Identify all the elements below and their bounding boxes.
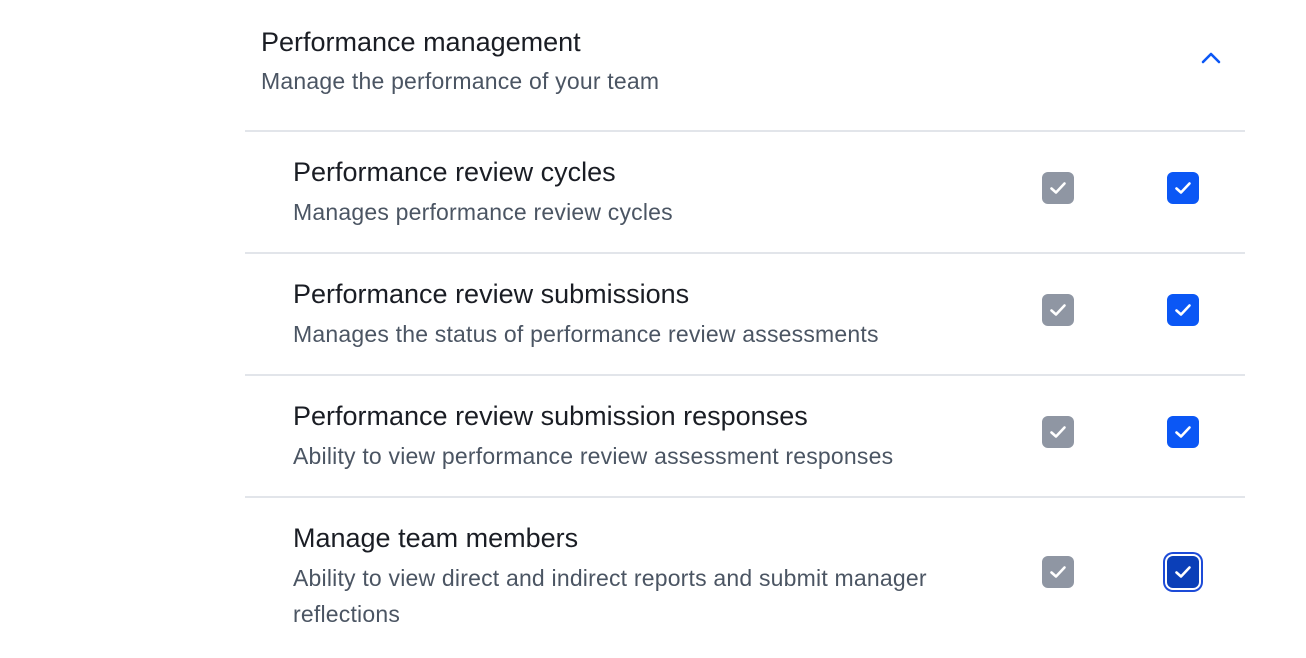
permission-title: Performance review submissions [293,279,690,309]
permission-description: Ability to view performance review asses… [293,443,894,469]
check-icon [1174,565,1192,579]
check-icon [1174,303,1192,317]
check-icon [1049,303,1067,317]
check-icon [1049,181,1067,195]
permission-title: Performance review cycles [293,157,616,187]
permission-title: Manage team members [293,523,579,553]
permission-checkbox[interactable] [1167,416,1199,448]
permission-row-review-submissions: Performance review submissions Manages t… [245,254,1245,376]
default-permission-checkbox[interactable] [1042,416,1074,448]
check-icon [1049,565,1067,579]
check-icon [1174,181,1192,195]
permission-row-submission-responses: Performance review submission responses … [245,376,1245,498]
check-icon [1049,425,1067,439]
permission-row-manage-team-members: Manage team members Ability to view dire… [245,498,1245,658]
default-permission-checkbox[interactable] [1042,172,1074,204]
chevron-up-icon [1200,51,1222,70]
permission-checkbox[interactable] [1167,172,1199,204]
section-subtitle: Manage the performance of your team [261,68,660,94]
section-title: Performance management [261,27,581,57]
permission-row-review-cycles: Performance review cycles Manages perfor… [245,132,1245,254]
default-permission-checkbox[interactable] [1042,556,1074,588]
default-permission-checkbox[interactable] [1042,294,1074,326]
check-icon [1174,425,1192,439]
permission-description: Manages the status of performance review… [293,321,879,347]
performance-management-section: Performance management Manage the perfor… [245,0,1245,658]
permission-description: Ability to view direct and indirect repo… [293,565,927,627]
permission-title: Performance review submission responses [293,401,808,431]
permission-checkbox[interactable] [1167,294,1199,326]
section-header[interactable]: Performance management Manage the perfor… [245,0,1245,132]
permission-checkbox-focused[interactable] [1167,556,1199,588]
collapse-toggle-button[interactable] [1195,44,1227,76]
permission-description: Manages performance review cycles [293,199,673,225]
